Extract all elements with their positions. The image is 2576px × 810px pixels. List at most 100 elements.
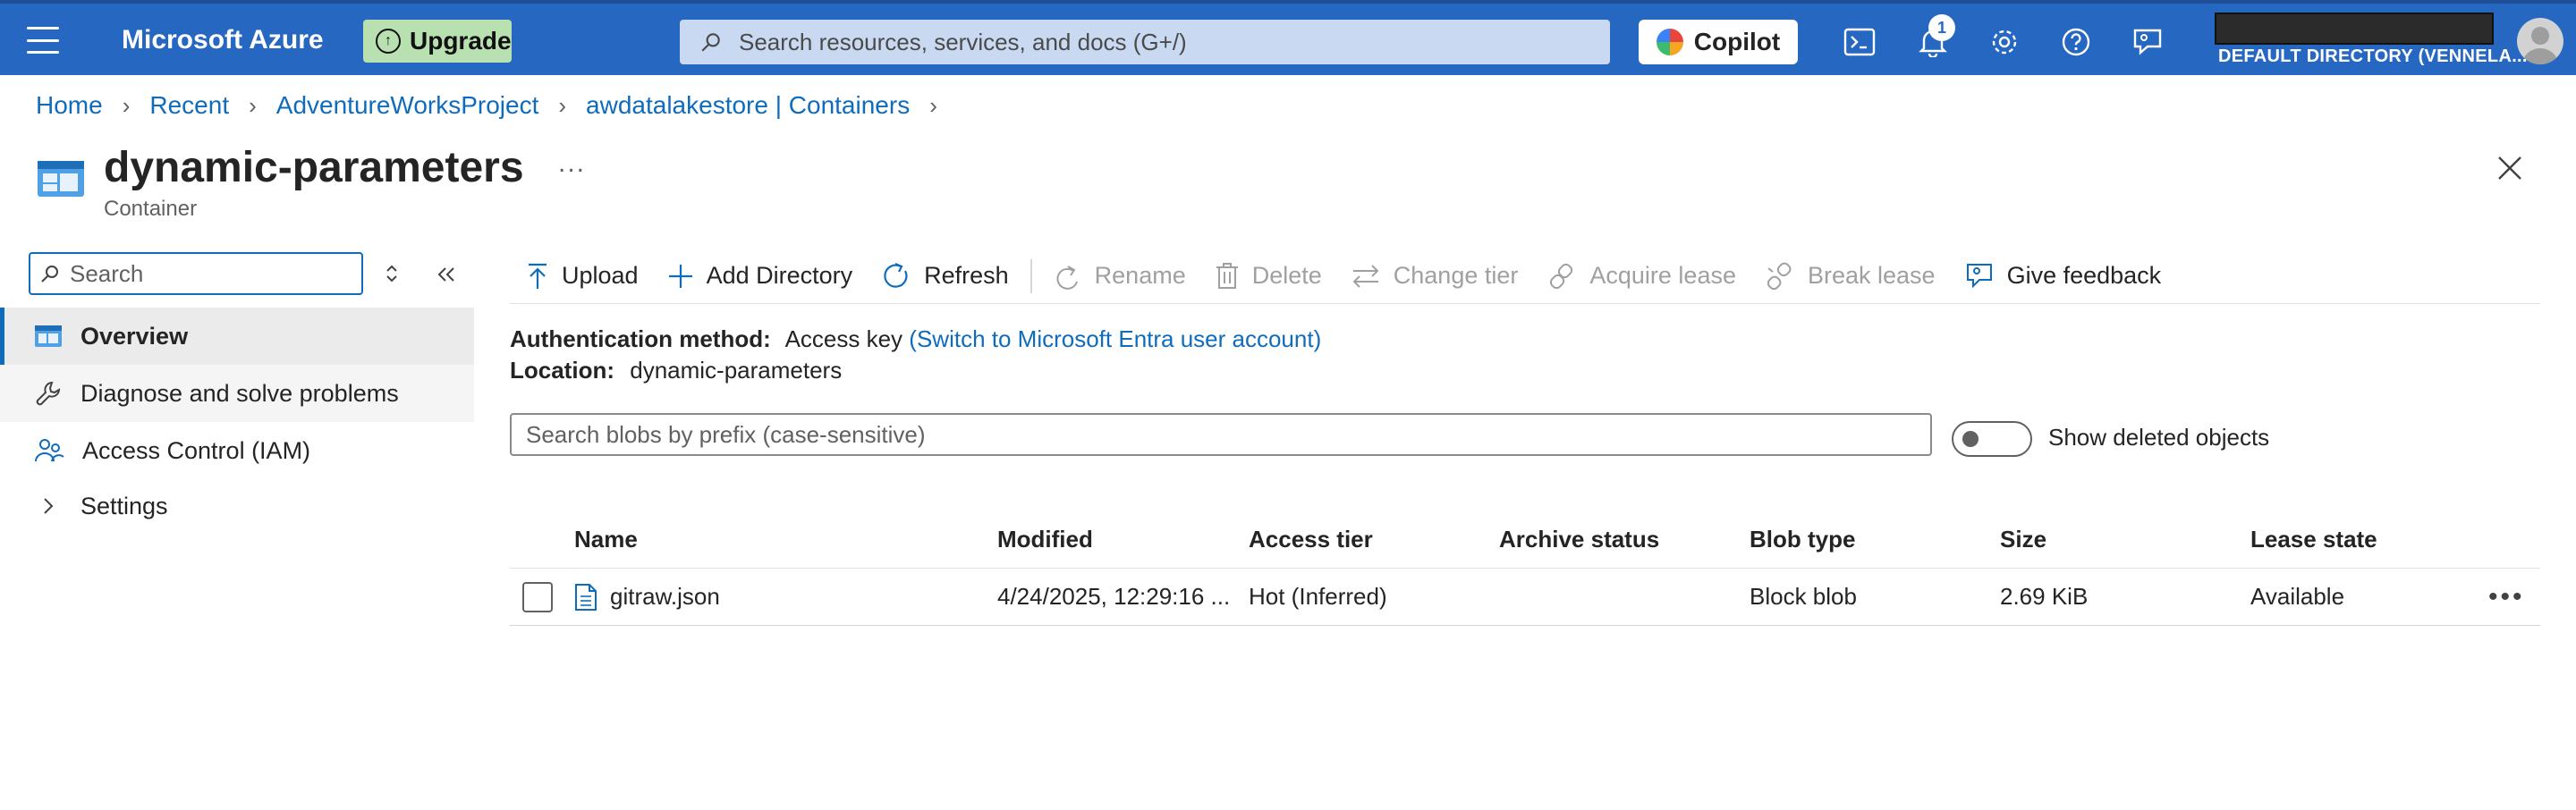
directory-label[interactable]: DEFAULT DIRECTORY (VENNELA... — [2218, 46, 2528, 67]
chevron-right-icon: › — [558, 91, 567, 119]
table-row[interactable]: gitraw.json 4/24/2025, 12:29:16 ... Hot … — [510, 569, 2540, 626]
file-icon — [575, 583, 597, 611]
show-deleted-label: Show deleted objects — [2048, 424, 2270, 451]
nav-item-label: Diagnose and solve problems — [80, 379, 399, 407]
column-header-name[interactable]: Name — [574, 511, 638, 568]
rename-button[interactable]: Rename — [1039, 249, 1200, 303]
row-more-actions-icon[interactable]: ••• — [2488, 569, 2525, 625]
change-tier-label: Change tier — [1393, 262, 1519, 289]
top-bar: Microsoft Azure ↑ Upgrade Search resourc… — [0, 0, 2576, 75]
notification-badge: 1 — [1928, 14, 1955, 41]
upload-icon — [529, 263, 547, 289]
upgrade-button[interactable]: ↑ Upgrade — [363, 20, 512, 63]
command-separator — [1030, 258, 1032, 293]
help-icon[interactable] — [2057, 23, 2095, 61]
nav-item-label: Overview — [80, 322, 189, 350]
collapse-menu-icon[interactable] — [435, 263, 458, 286]
command-bar: Upload Add Directory Refresh Rename Dele… — [510, 249, 2540, 304]
name-cell: gitraw.json — [574, 569, 720, 625]
chevron-right-icon: › — [122, 91, 131, 119]
column-header-blob-type[interactable]: Blob type — [1750, 511, 1855, 568]
gear-icon[interactable] — [1986, 23, 2023, 61]
lease-state-cell: Available — [2250, 583, 2345, 610]
sort-icon[interactable] — [383, 261, 401, 286]
global-search-placeholder: Search resources, services, and docs (G+… — [739, 28, 1187, 55]
nav-item-access-control[interactable]: Access Control (IAM) — [0, 422, 474, 479]
location-value: dynamic-parameters — [630, 357, 843, 384]
rename-label: Rename — [1094, 262, 1186, 289]
feedback-icon[interactable] — [2129, 23, 2166, 61]
swap-icon — [1352, 264, 1379, 288]
column-header-modified[interactable]: Modified — [997, 511, 1093, 568]
link-icon — [1550, 263, 1573, 289]
arrow-up-icon: ↑ — [376, 29, 401, 54]
column-header-archive-status[interactable]: Archive status — [1499, 511, 1659, 568]
global-search-input[interactable]: Search resources, services, and docs (G+… — [680, 20, 1610, 64]
breadcrumb-recent[interactable]: Recent — [149, 91, 229, 120]
upload-button[interactable]: Upload — [510, 249, 653, 303]
acquire-lease-button[interactable]: Acquire lease — [1532, 249, 1750, 303]
brand-title[interactable]: Microsoft Azure — [122, 25, 324, 55]
upgrade-label: Upgrade — [410, 27, 512, 55]
blob-type-cell: Block blob — [1750, 583, 1857, 610]
redo-icon — [1056, 265, 1078, 290]
close-icon[interactable] — [2494, 152, 2526, 184]
breadcrumb-home[interactable]: Home — [36, 91, 103, 120]
broken-link-icon — [1767, 262, 1792, 290]
refresh-button[interactable]: Refresh — [867, 249, 1023, 303]
modified-cell: 4/24/2025, 12:29:16 ... — [997, 583, 1231, 610]
blob-search-placeholder: Search blobs by prefix (case-sensitive) — [526, 420, 926, 448]
menu-icon[interactable] — [27, 27, 59, 54]
switch-auth-link[interactable]: (Switch to Microsoft Entra user account) — [909, 325, 1321, 352]
break-lease-button[interactable]: Break lease — [1750, 249, 1950, 303]
breadcrumb-project[interactable]: AdventureWorksProject — [276, 91, 539, 120]
nav-item-label: Access Control (IAM) — [82, 436, 311, 464]
upload-label: Upload — [562, 262, 639, 289]
nav-search-input[interactable]: Search — [29, 252, 363, 295]
change-tier-button[interactable]: Change tier — [1336, 249, 1533, 303]
copilot-button[interactable]: Copilot — [1639, 20, 1798, 64]
more-actions-button[interactable]: ... — [558, 148, 586, 179]
delete-label: Delete — [1251, 262, 1322, 289]
row-checkbox[interactable] — [522, 581, 553, 612]
delete-button[interactable]: Delete — [1200, 249, 1336, 303]
chevron-right-icon: › — [249, 91, 257, 119]
auth-method-label: Authentication method: — [510, 325, 771, 352]
give-feedback-label: Give feedback — [2006, 262, 2162, 289]
add-directory-button[interactable]: Add Directory — [653, 249, 868, 303]
breadcrumb: Home › Recent › AdventureWorksProject › … — [36, 91, 937, 120]
nav-item-label: Settings — [80, 492, 168, 519]
container-icon — [36, 159, 86, 198]
wrench-icon — [36, 381, 61, 406]
nav-active-indicator — [0, 308, 4, 365]
refresh-label: Refresh — [924, 262, 1009, 289]
column-header-lease-state[interactable]: Lease state — [2250, 511, 2377, 568]
break-lease-label: Break lease — [1807, 262, 1936, 289]
breadcrumb-containers[interactable]: awdatalakestore | Containers — [586, 91, 910, 120]
give-feedback-button[interactable]: Give feedback — [1950, 249, 2176, 303]
nav-item-diagnose[interactable]: Diagnose and solve problems — [0, 365, 474, 422]
acquire-lease-label: Acquire lease — [1589, 262, 1736, 289]
nav-search-placeholder: Search — [70, 259, 144, 287]
avatar[interactable] — [2517, 18, 2563, 64]
column-header-size[interactable]: Size — [2000, 511, 2046, 568]
page-title: dynamic-parameters — [104, 144, 524, 191]
access-tier-cell: Hot (Inferred) — [1249, 583, 1387, 610]
blob-search-input[interactable]: Search blobs by prefix (case-sensitive) — [510, 413, 1932, 456]
location-label: Location: — [510, 357, 614, 384]
account-name-redacted[interactable] — [2215, 13, 2494, 45]
page-subtitle: Container — [104, 197, 198, 221]
container-icon — [35, 325, 62, 347]
blob-name-link[interactable]: gitraw.json — [610, 583, 720, 611]
plus-icon — [668, 264, 692, 288]
copilot-icon — [1656, 29, 1683, 55]
chevron-right-icon — [44, 498, 54, 514]
nav-item-settings[interactable]: Settings — [0, 477, 474, 535]
cloud-shell-icon[interactable] — [1841, 23, 1878, 61]
column-header-access-tier[interactable]: Access tier — [1249, 511, 1373, 568]
nav-item-overview[interactable]: Overview — [0, 308, 474, 365]
show-deleted-toggle[interactable] — [1952, 421, 2032, 457]
row-checkbox-cell — [522, 569, 553, 625]
location-row: Location: dynamic-parameters — [510, 357, 842, 384]
toggle-knob — [1962, 431, 1979, 447]
